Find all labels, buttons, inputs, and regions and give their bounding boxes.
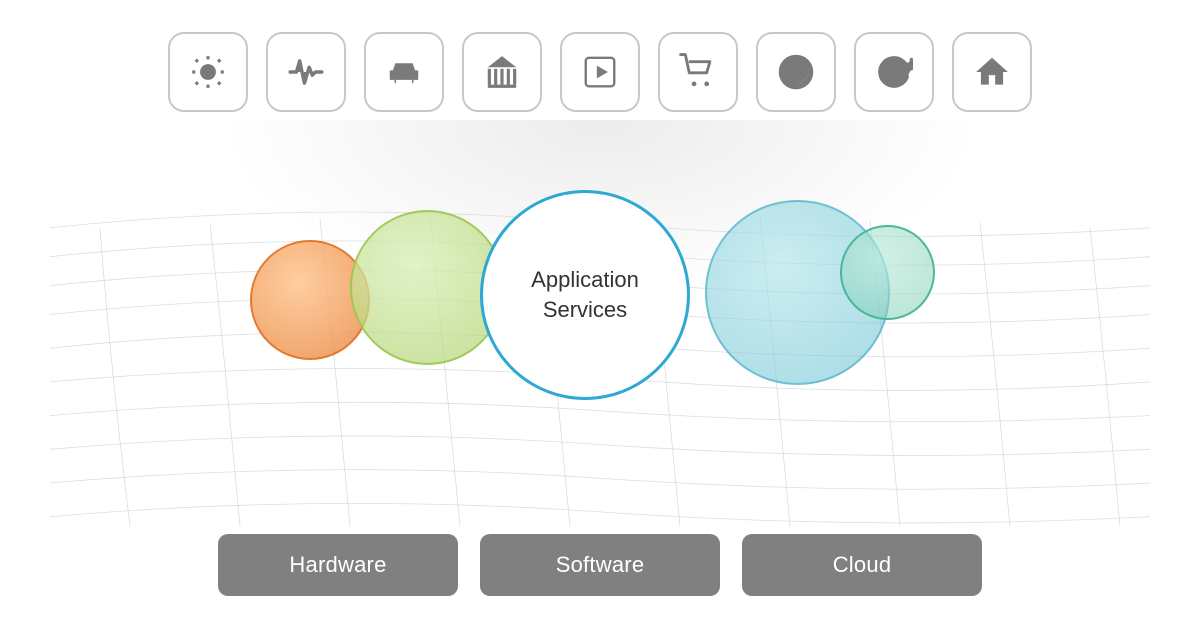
car-icon-box[interactable] xyxy=(364,32,444,112)
sun-icon-box[interactable] xyxy=(168,32,248,112)
bubble-main-circle[interactable]: Application Services xyxy=(480,190,690,400)
gauge-icon xyxy=(777,53,815,91)
play-icon xyxy=(581,53,619,91)
bank-icon xyxy=(483,53,521,91)
bottom-buttons-row: Hardware Software Cloud xyxy=(0,534,1200,596)
car-icon xyxy=(385,53,423,91)
home-icon xyxy=(973,53,1011,91)
app-services-line2: Services xyxy=(543,297,627,322)
bubble-container: Application Services xyxy=(210,180,990,460)
app-services-line1: Application xyxy=(531,267,639,292)
cart-icon-box[interactable] xyxy=(658,32,738,112)
application-services-label: Application Services xyxy=(531,265,639,324)
gauge-icon-box[interactable] xyxy=(756,32,836,112)
cloud-button[interactable]: Cloud xyxy=(742,534,982,596)
pulse-icon-box[interactable] xyxy=(266,32,346,112)
software-button[interactable]: Software xyxy=(480,534,720,596)
sun-icon xyxy=(189,53,227,91)
home-icon-box[interactable] xyxy=(952,32,1032,112)
bubbles-area: Application Services xyxy=(0,160,1200,480)
pulse-icon xyxy=(287,53,325,91)
refresh-icon-box[interactable] xyxy=(854,32,934,112)
refresh-icon xyxy=(875,53,913,91)
bubble-small-teal xyxy=(840,225,935,320)
bank-icon-box[interactable] xyxy=(462,32,542,112)
play-icon-box[interactable] xyxy=(560,32,640,112)
hardware-button[interactable]: Hardware xyxy=(218,534,458,596)
icons-row xyxy=(0,0,1200,112)
cart-icon xyxy=(679,53,717,91)
